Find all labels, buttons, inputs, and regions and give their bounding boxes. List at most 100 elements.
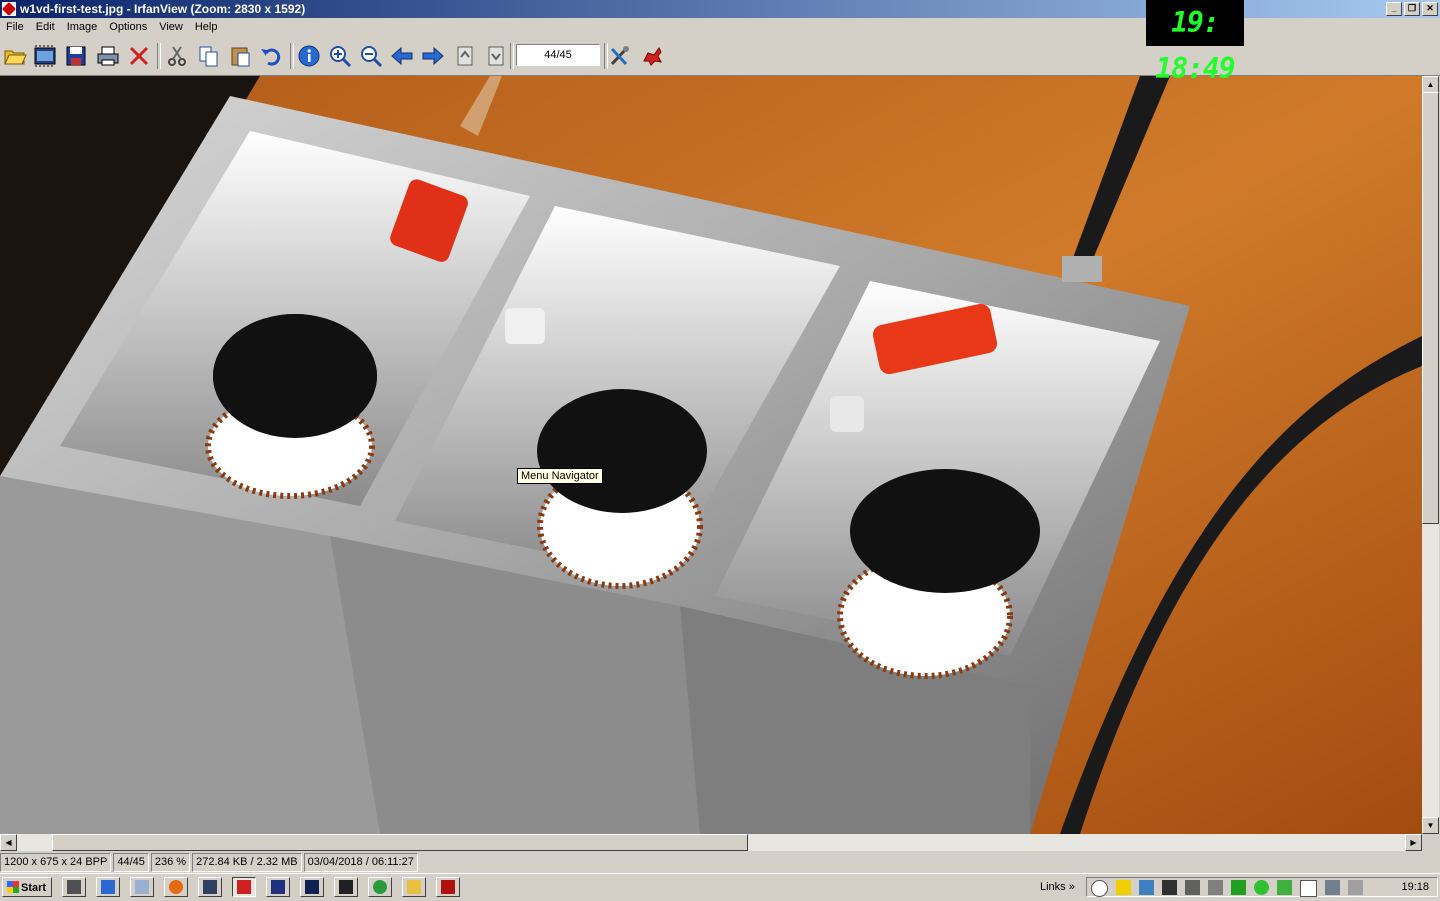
- scroll-corner: [1422, 834, 1440, 851]
- status-datetime: 03/04/2018 / 06:11:27: [303, 853, 418, 872]
- speaker-tray-icon[interactable]: [1208, 880, 1223, 895]
- scroll-up-button[interactable]: ▲: [1422, 76, 1439, 93]
- links-chevron-icon[interactable]: »: [1069, 881, 1075, 893]
- cut-icon[interactable]: [164, 43, 190, 69]
- window-title: w1vd-first-test.jpg - IrfanView (Zoom: 2…: [20, 2, 306, 16]
- window-controls: _ ❐ ✕: [1386, 2, 1438, 16]
- zoom-in-icon[interactable]: [327, 43, 353, 69]
- toroid-middle: [537, 389, 707, 513]
- taskbar-app-9[interactable]: [334, 877, 358, 897]
- links-toolbar[interactable]: Links »: [1040, 881, 1075, 893]
- menu-file[interactable]: File: [0, 18, 30, 37]
- page-indicator-field[interactable]: 44/45: [516, 44, 600, 66]
- display-tray-icon[interactable]: [1325, 880, 1340, 895]
- menu-view[interactable]: View: [153, 18, 189, 37]
- slideshow-icon[interactable]: [32, 43, 58, 69]
- save-icon[interactable]: [63, 43, 89, 69]
- windows-logo-icon: [7, 881, 19, 893]
- vertical-scroll-thumb[interactable]: [1422, 92, 1439, 524]
- first-page-icon[interactable]: [452, 43, 478, 69]
- globe-icon: [373, 880, 387, 894]
- paste-icon[interactable]: [228, 43, 254, 69]
- connector-right: [830, 396, 864, 432]
- toolbar-separator: [290, 43, 294, 69]
- scroll-right-button[interactable]: ▶: [1405, 834, 1422, 851]
- app-icon: [203, 880, 217, 894]
- delete-icon[interactable]: [126, 43, 152, 69]
- image-viewport[interactable]: [0, 76, 1422, 834]
- pdf-icon: [441, 880, 455, 894]
- zoom-out-icon[interactable]: [358, 43, 384, 69]
- irfanview-logo-icon[interactable]: [639, 43, 665, 69]
- network-tray-icon[interactable]: [1139, 880, 1154, 895]
- undo-icon[interactable]: [258, 43, 284, 69]
- print-icon[interactable]: [95, 43, 121, 69]
- taskbar-irfanview[interactable]: [232, 877, 256, 897]
- photo-canvas: [0, 76, 1422, 834]
- menu-edit[interactable]: Edit: [30, 18, 61, 37]
- copy-icon[interactable]: [196, 43, 222, 69]
- smiley-tray-icon[interactable]: [1116, 880, 1131, 895]
- taskbar-app-7[interactable]: [266, 877, 290, 897]
- status-zoom: 236 %: [150, 853, 191, 872]
- status-size: 272.84 KB / 2.32 MB: [192, 853, 302, 872]
- green-tray-icon[interactable]: [1254, 880, 1269, 895]
- start-label: Start: [21, 882, 47, 894]
- last-page-icon[interactable]: [483, 43, 509, 69]
- vertical-scrollbar[interactable]: ▲ ▼: [1422, 76, 1439, 834]
- check-tray-icon[interactable]: [1277, 880, 1292, 895]
- menu-options[interactable]: Options: [103, 18, 153, 37]
- close-button[interactable]: ✕: [1422, 2, 1438, 16]
- restore-button[interactable]: ❐: [1404, 2, 1420, 16]
- system-tray: 19:18: [1086, 877, 1438, 897]
- irfanview-app-icon[interactable]: [1, 1, 17, 17]
- tool-tray-icon[interactable]: [1185, 880, 1200, 895]
- taskbar-globe[interactable]: [368, 877, 392, 897]
- taskbar-app-3[interactable]: [130, 877, 154, 897]
- app-icon: [271, 880, 285, 894]
- horizontal-scrollbar[interactable]: ◀ ▶: [0, 834, 1422, 851]
- menu-help[interactable]: Help: [189, 18, 224, 37]
- taskbar-firefox[interactable]: [164, 877, 188, 897]
- toolbar-separator: [157, 43, 161, 69]
- open-icon[interactable]: [2, 43, 28, 69]
- irfanview-icon: [237, 880, 251, 894]
- settings-icon[interactable]: [607, 43, 633, 69]
- taskbar-app-2[interactable]: [96, 877, 120, 897]
- taskbar-app-5[interactable]: [198, 877, 222, 897]
- taskbar-app-8[interactable]: [300, 877, 324, 897]
- tooltip: Menu Navigator: [517, 468, 603, 484]
- menu-image[interactable]: Image: [61, 18, 104, 37]
- status-dimensions: 1200 x 675 x 24 BPP: [0, 853, 112, 872]
- previous-icon[interactable]: [389, 43, 415, 69]
- status-index: 44/45: [113, 853, 149, 872]
- abc-tray-icon[interactable]: [1162, 880, 1177, 895]
- minimize-button[interactable]: _: [1386, 2, 1402, 16]
- info-icon[interactable]: [296, 43, 322, 69]
- connector-middle: [505, 308, 545, 344]
- clock-tray-icon[interactable]: [1091, 880, 1108, 897]
- next-icon[interactable]: [420, 43, 446, 69]
- taskbar: Start Links » 19:18: [0, 873, 1440, 901]
- folder-icon: [407, 880, 421, 894]
- taskbar-clock[interactable]: 19:18: [1401, 881, 1429, 893]
- update-tray-icon[interactable]: [1231, 880, 1246, 895]
- scroll-left-button[interactable]: ◀: [0, 834, 17, 851]
- volume-tray-icon[interactable]: [1348, 880, 1363, 895]
- app-icon: [339, 880, 353, 894]
- horizontal-scroll-thumb[interactable]: [52, 834, 748, 851]
- start-button[interactable]: Start: [2, 877, 52, 897]
- app-icon: [67, 880, 81, 894]
- app-icon: [135, 880, 149, 894]
- app-icon: [305, 880, 319, 894]
- links-label: Links: [1040, 881, 1066, 893]
- app-icon: [101, 880, 115, 894]
- taskbar-acrobat[interactable]: [436, 877, 460, 897]
- quick-launch: [62, 877, 460, 897]
- taskbar-app-1[interactable]: [62, 877, 86, 897]
- toroid-right: [850, 469, 1040, 593]
- flag-tray-icon[interactable]: [1300, 880, 1317, 897]
- taskbar-folder[interactable]: [402, 877, 426, 897]
- bnc-connector: [1062, 256, 1102, 282]
- scroll-down-button[interactable]: ▼: [1422, 817, 1439, 834]
